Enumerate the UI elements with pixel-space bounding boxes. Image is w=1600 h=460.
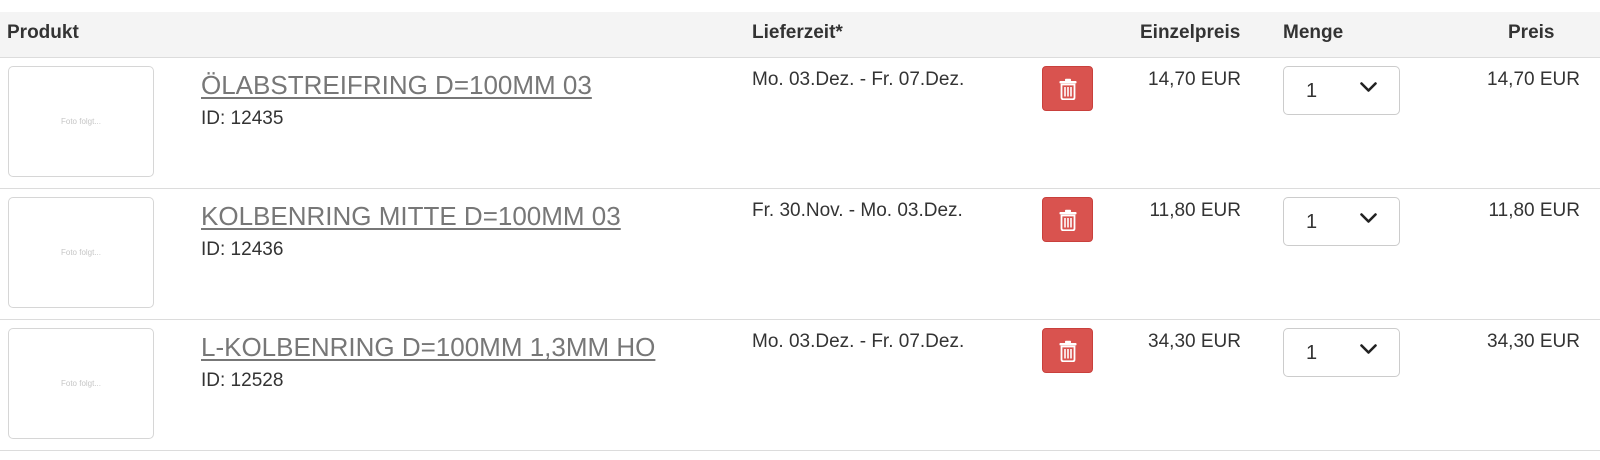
delete-item-button[interactable] [1042, 197, 1093, 242]
product-thumbnail[interactable]: Foto folgt... [8, 328, 154, 439]
delete-item-button[interactable] [1042, 328, 1093, 373]
product-id: ID: 12528 [201, 370, 284, 391]
chevron-down-icon [1360, 213, 1377, 223]
header-delivery-time: Lieferzeit* [752, 22, 843, 43]
unit-price: 14,70 EUR [1148, 69, 1241, 90]
table-row: Foto folgt... KOLBENRING MITTE D=100MM 0… [0, 189, 1600, 320]
product-id: ID: 12436 [201, 239, 284, 260]
quantity-value: 1 [1306, 80, 1318, 102]
line-total-price: 34,30 EUR [1487, 331, 1580, 352]
delivery-time: Mo. 03.Dez. - Fr. 07.Dez. [752, 69, 965, 90]
line-total-price: 11,80 EUR [1488, 200, 1580, 221]
table-row: Foto folgt... ÖLABSTREIFRING D=100MM 03 … [0, 58, 1600, 189]
thumbnail-placeholder-text: Foto folgt... [60, 248, 102, 257]
chevron-down-icon [1360, 344, 1377, 354]
cart-table: Produkt Lieferzeit* Einzelpreis Menge Pr… [0, 0, 1600, 460]
table-row: Foto folgt... L-KOLBENRING D=100MM 1,3MM… [0, 320, 1600, 451]
quantity-value: 1 [1306, 342, 1318, 364]
trash-icon [1059, 340, 1076, 362]
quantity-select[interactable]: 1 [1283, 197, 1400, 246]
line-total-price: 14,70 EUR [1487, 69, 1580, 90]
quantity-select[interactable]: 1 [1283, 328, 1400, 377]
chevron-down-icon [1360, 82, 1377, 92]
delivery-time: Mo. 03.Dez. - Fr. 07.Dez. [752, 331, 965, 352]
product-name-link[interactable]: KOLBENRING MITTE D=100MM 03 [201, 201, 621, 232]
thumbnail-placeholder-text: Foto folgt... [60, 117, 102, 126]
thumbnail-placeholder-text: Foto folgt... [60, 379, 102, 388]
quantity-value: 1 [1306, 211, 1318, 233]
delivery-time: Fr. 30.Nov. - Mo. 03.Dez. [752, 200, 963, 221]
product-name-link[interactable]: L-KOLBENRING D=100MM 1,3MM HO [201, 332, 655, 363]
header-unit-price: Einzelpreis [1140, 22, 1241, 43]
header-product: Produkt [7, 22, 79, 43]
quantity-select[interactable]: 1 [1283, 66, 1400, 115]
header-price: Preis [1508, 22, 1555, 43]
unit-price: 11,80 EUR [1149, 200, 1241, 221]
unit-price: 34,30 EUR [1148, 331, 1241, 352]
delete-item-button[interactable] [1042, 66, 1093, 111]
product-thumbnail[interactable]: Foto folgt... [8, 66, 154, 177]
product-thumbnail[interactable]: Foto folgt... [8, 197, 154, 308]
trash-icon [1059, 78, 1076, 100]
product-id: ID: 12435 [201, 108, 284, 129]
header-quantity: Menge [1283, 22, 1344, 43]
trash-icon [1059, 209, 1076, 231]
product-name-link[interactable]: ÖLABSTREIFRING D=100MM 03 [201, 70, 592, 101]
